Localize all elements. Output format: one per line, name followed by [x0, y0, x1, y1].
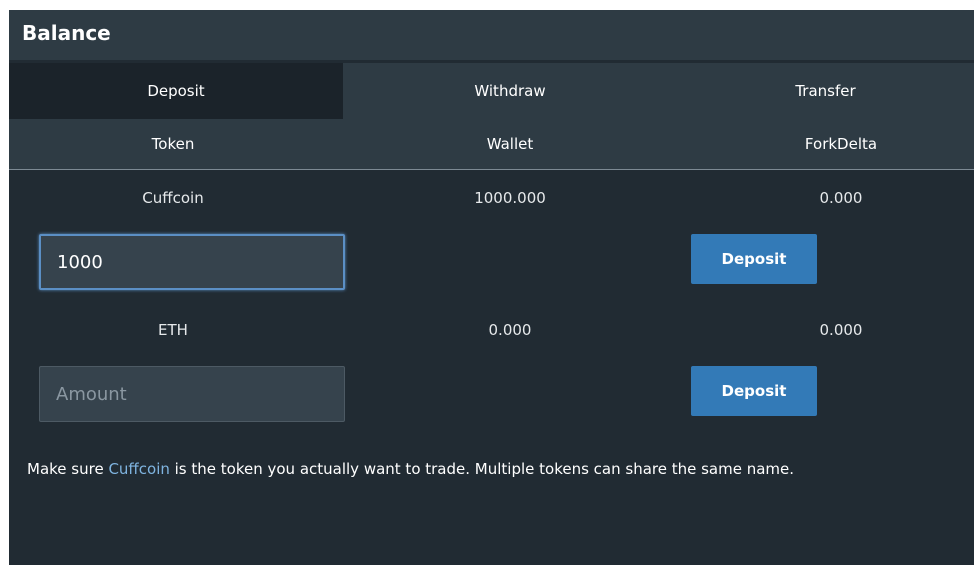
cuffcoin-amount-input[interactable] — [39, 234, 345, 290]
column-token: Token — [151, 135, 195, 153]
balance-tabs: Deposit Withdraw Transfer — [9, 63, 974, 119]
token-warning: Make sure Cuffcoin is the token you actu… — [27, 460, 794, 478]
eth-amount-input[interactable] — [39, 366, 345, 422]
token-link[interactable]: Cuffcoin — [108, 460, 169, 478]
balance-panel: Balance Deposit Withdraw Transfer Token … — [9, 10, 974, 565]
exchange-balance: 0.000 — [819, 189, 863, 207]
tab-deposit[interactable]: Deposit — [9, 63, 343, 119]
warning-prefix: Make sure — [27, 460, 109, 478]
wallet-balance: 0.000 — [488, 321, 532, 339]
panel-title: Balance — [22, 21, 111, 45]
tab-transfer[interactable]: Transfer — [677, 63, 974, 119]
cuffcoin-deposit-button[interactable]: Deposit — [691, 234, 817, 284]
panel-header: Balance — [9, 10, 974, 60]
warning-suffix: is the token you actually want to trade.… — [169, 460, 795, 478]
column-forkdelta: ForkDelta — [804, 135, 878, 153]
tab-withdraw[interactable]: Withdraw — [343, 63, 677, 119]
column-header: Token Wallet ForkDelta — [9, 119, 974, 170]
column-wallet: Wallet — [486, 135, 534, 153]
eth-deposit-button[interactable]: Deposit — [691, 366, 817, 416]
token-name: Cuffcoin — [142, 189, 204, 207]
wallet-balance: 1000.000 — [474, 189, 546, 207]
exchange-balance: 0.000 — [819, 321, 863, 339]
token-name: ETH — [158, 321, 188, 339]
